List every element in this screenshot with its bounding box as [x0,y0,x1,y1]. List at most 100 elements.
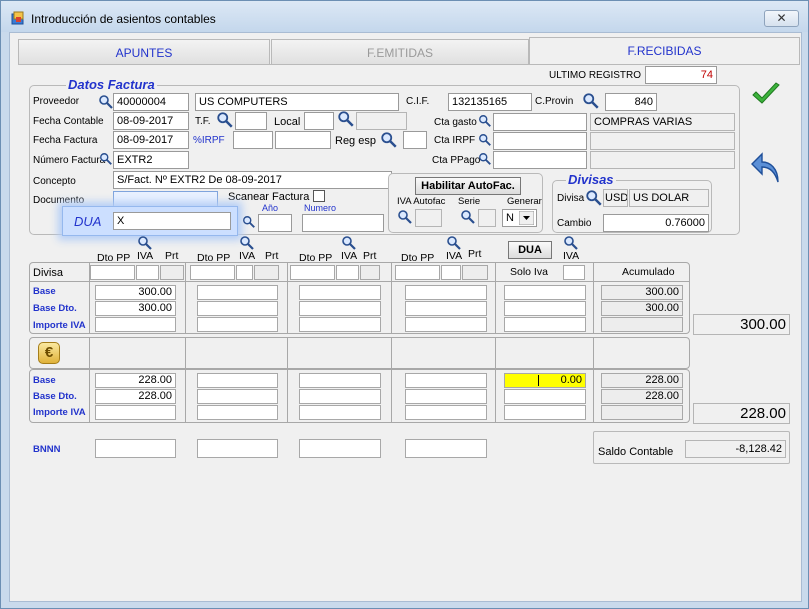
base-cell[interactable] [299,373,381,388]
base-dto-cell[interactable] [405,301,487,316]
importe-iva-cell[interactable] [197,405,278,420]
base-cell[interactable] [299,285,381,300]
fecha-contable-field[interactable]: 08-09-2017 [113,112,189,130]
cta-irpf-field[interactable] [493,132,587,150]
base-cell[interactable] [197,373,278,388]
fecha-factura-field[interactable]: 08-09-2017 [113,131,189,149]
numero-factura-field[interactable]: EXTR2 [113,151,189,169]
tab-apuntes-label[interactable]: APUNTES [116,46,173,60]
close-button[interactable]: ✕ [764,10,799,27]
tab-f-emitidas[interactable]: F.EMITIDAS [271,39,529,65]
importe-iva-cell[interactable] [299,317,381,332]
tf-field[interactable] [235,112,267,130]
generar-value[interactable]: N [506,212,514,224]
back-arrow-icon[interactable] [750,150,782,184]
euro-glyph[interactable]: € [45,344,53,361]
search-icon[interactable] [137,235,153,251]
solo-iva-base-dto-cell[interactable] [504,389,586,404]
habilitar-autofac-label[interactable]: Habilitar AutoFac. [421,180,515,192]
cambio-field[interactable]: 0.76000 [603,214,709,232]
dto-pp-input[interactable] [395,265,440,280]
base-dto-cell[interactable] [197,301,278,316]
cta-ppago-field[interactable] [493,151,587,169]
bnnn-cell[interactable] [299,439,381,458]
search-icon[interactable] [380,131,398,149]
importe-iva-cell[interactable] [299,405,381,420]
base-cell[interactable]: 228.00 [95,373,176,388]
search-icon[interactable] [585,189,603,207]
dto-pp-input[interactable] [90,265,135,280]
tab-apuntes[interactable]: APUNTES [18,39,270,65]
dua-button-label[interactable]: DUA [518,244,542,256]
local-field[interactable] [304,112,334,130]
tab-f-emitidas-label[interactable]: F.EMITIDAS [367,46,433,60]
cif-field[interactable]: 132135165 [448,93,532,111]
iva-input[interactable] [441,265,461,280]
bnnn-cell[interactable] [197,439,278,458]
dua-button[interactable]: DUA [508,241,552,259]
chevron-down-icon[interactable] [519,211,534,225]
base-cell[interactable]: 300.00 [95,285,176,300]
solo-iva-iva-input[interactable] [563,265,585,280]
c-provin-field[interactable]: 840 [605,93,657,111]
search-icon[interactable] [478,114,492,128]
search-icon[interactable] [582,92,600,110]
divisa-code-field[interactable]: USD [603,189,628,207]
euro-icon[interactable]: € [38,342,60,364]
importe-iva-cell[interactable] [95,317,176,332]
proveedor-name-field[interactable]: US COMPUTERS [195,93,399,111]
base-cell[interactable] [197,285,278,300]
tab-f-recibidas-label[interactable]: F.RECIBIDAS [627,44,701,58]
dto-pp-input[interactable] [290,265,335,280]
search-icon[interactable] [341,235,357,251]
check-icon[interactable] [751,82,781,106]
base-dto-cell[interactable]: 300.00 [95,301,176,316]
search-icon[interactable] [239,235,255,251]
importe-iva-cell[interactable] [405,405,487,420]
base-cell[interactable] [405,285,487,300]
close-icon[interactable]: ✕ [776,11,786,25]
solo-iva-base-dto-cell[interactable] [504,301,586,316]
scanear-factura-checkbox[interactable] [313,190,325,202]
iva-input[interactable] [336,265,359,280]
search-icon[interactable] [216,111,234,129]
base-cell[interactable] [405,373,487,388]
concepto-field[interactable]: S/Fact. Nº EXTR2 De 08-09-2017 [113,171,392,189]
iva-input[interactable] [136,265,159,280]
search-icon[interactable] [478,152,492,166]
proveedor-code-field[interactable]: 40000004 [113,93,189,111]
search-icon[interactable] [446,235,462,251]
search-icon[interactable] [478,133,492,147]
search-icon[interactable] [242,215,256,229]
base-dto-cell[interactable] [405,389,487,404]
search-icon[interactable] [563,235,579,251]
importe-iva-cell[interactable] [197,317,278,332]
base-dto-cell[interactable] [299,389,381,404]
irpf-amount-field[interactable] [275,131,331,149]
base-dto-cell[interactable]: 228.00 [95,389,176,404]
search-icon[interactable] [99,152,113,166]
solo-iva-importe-cell[interactable] [504,317,586,332]
dua-numero-field[interactable] [302,214,384,232]
search-icon[interactable] [98,94,114,110]
tab-f-recibidas[interactable]: F.RECIBIDAS [529,37,800,65]
search-icon[interactable] [397,209,413,225]
dua-field[interactable]: X [113,212,231,230]
irpf-field[interactable] [233,131,273,149]
dua-anio-field[interactable] [258,214,292,232]
importe-iva-cell[interactable] [95,405,176,420]
dto-pp-input[interactable] [190,265,235,280]
solo-iva-base-cell[interactable] [504,285,586,300]
bnnn-cell[interactable] [405,439,487,458]
base-dto-cell[interactable] [197,389,278,404]
iva-input[interactable] [236,265,253,280]
base-dto-cell[interactable] [299,301,381,316]
habilitar-autofac-button[interactable]: Habilitar AutoFac. [415,177,521,195]
bnnn-cell[interactable] [95,439,176,458]
importe-iva-cell[interactable] [405,317,487,332]
cta-gasto-field[interactable] [493,113,587,131]
reg-esp-field[interactable] [403,131,427,149]
search-icon[interactable] [337,110,355,128]
search-icon[interactable] [460,209,476,225]
solo-iva-base-cell[interactable]: 0.00 [504,373,586,388]
